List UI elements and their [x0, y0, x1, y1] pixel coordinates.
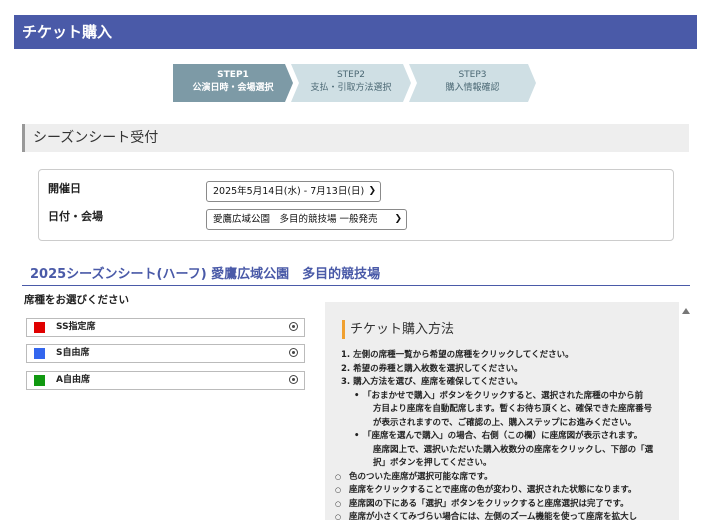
page-title: チケット購入 — [22, 23, 113, 41]
instruction-line: 座席をクリックすることで座席の色が変わり、選択された状態になります。 — [335, 484, 663, 498]
seat-color-swatch — [34, 348, 45, 359]
step-1-number: STEP1 — [217, 70, 249, 80]
instruction-line: 「おまかせで購入」ボタンをクリックすると、選択された席種の中から前 — [341, 390, 663, 404]
step-2: STEP2 支払・引取方法選択 — [291, 64, 411, 102]
instruction-line: 択」ボタンを押してください。 — [373, 458, 492, 468]
seat-type-label: SS指定席 — [56, 322, 96, 332]
date-label: 開催日 — [48, 182, 81, 195]
instruction-line: 座席図上で、選択いただいた購入枚数分の座席をクリックし、下部の「選 — [373, 444, 654, 455]
step-1-label: 公演日時・会場選択 — [192, 83, 274, 93]
instruction-line: 1. 左側の席種一覧から希望の席種をクリックしてください。 — [341, 350, 574, 360]
step-2-number: STEP2 — [336, 70, 366, 80]
seat-type-a[interactable]: A自由席 — [26, 371, 305, 390]
instruction-line: 3. 購入方法を選び、座席を確保してください。 — [341, 377, 523, 387]
date-select[interactable]: 2025年5月14日(水) - 7月13日(日) ❯ — [206, 181, 381, 202]
title-divider — [22, 285, 690, 286]
seat-type-heading: 席種をお選びください — [24, 294, 129, 306]
step-3: STEP3 購入情報確認 — [409, 64, 536, 102]
instruction-line: 座席図の下にある「選択」ボタンをクリックすると座席選択は完了です。 — [335, 498, 663, 512]
instructions-scrollbar[interactable] — [679, 302, 693, 520]
step-3-number: STEP3 — [458, 70, 487, 80]
instruction-line: 方目より座席を自動配席します。暫くお待ち頂くと、確保できた座席番号 — [373, 404, 653, 414]
instructions-title: チケット購入方法 — [342, 320, 454, 339]
seat-color-swatch — [34, 375, 45, 386]
seat-type-label: S自由席 — [56, 348, 90, 358]
scroll-up-arrow-icon[interactable] — [682, 308, 690, 314]
venue-select-value: 愛鷹広域公園 多目的競技場 一般発売 — [213, 214, 378, 225]
instruction-line: が表示されますので、ご確認の上、購入ステップにお進みください。 — [373, 417, 637, 428]
purchase-instructions-panel: チケット購入方法 1. 左側の席種一覧から希望の席種をクリックしてください。 2… — [325, 302, 679, 520]
chevron-down-icon: ❯ — [368, 186, 376, 196]
instructions-body: 1. 左側の席種一覧から希望の席種をクリックしてください。 2. 希望の券種と購… — [335, 349, 663, 520]
seat-type-label: A自由席 — [56, 375, 90, 385]
event-selection-form: 開催日 2025年5月14日(水) - 7月13日(日) ❯ 日付・会場 愛鷹広… — [38, 169, 674, 241]
instruction-line: 座席が小さくてみづらい場合には、左側のズーム機能を使って座席を拡大し — [335, 511, 663, 520]
step-2-label: 支払・引取方法選択 — [310, 83, 392, 93]
date-select-value: 2025年5月14日(水) - 7月13日(日) — [213, 186, 365, 197]
season-title: 2025シーズンシート(ハーフ) 愛鷹広域公園 多目的競技場 — [30, 267, 381, 282]
venue-label: 日付・会場 — [48, 210, 103, 223]
section-title: シーズンシート受付 — [33, 130, 159, 146]
chevron-down-icon: ❯ — [394, 214, 402, 224]
select-circle-icon — [289, 375, 298, 384]
select-circle-icon — [289, 348, 298, 357]
seat-type-ss[interactable]: SS指定席 — [26, 318, 305, 337]
instruction-line: 「座席を選んで購入」の場合、右側（この欄）に座席図が表示されます。 — [341, 430, 663, 444]
instruction-line: 2. 希望の券種と購入枚数を選択してください。 — [341, 363, 523, 374]
instruction-line: 色のついた座席が選択可能な席です。 — [335, 471, 663, 485]
section-heading: シーズンシート受付 — [22, 124, 689, 152]
page-header: チケット購入 — [14, 15, 697, 49]
step-3-label: 購入情報確認 — [445, 83, 500, 93]
select-circle-icon — [289, 322, 298, 331]
seat-color-swatch — [34, 322, 45, 333]
venue-select[interactable]: 愛鷹広域公園 多目的競技場 一般発売 ❯ — [206, 209, 407, 230]
seat-type-s[interactable]: S自由席 — [26, 344, 305, 363]
step-1: STEP1 公演日時・会場選択 — [173, 64, 293, 102]
